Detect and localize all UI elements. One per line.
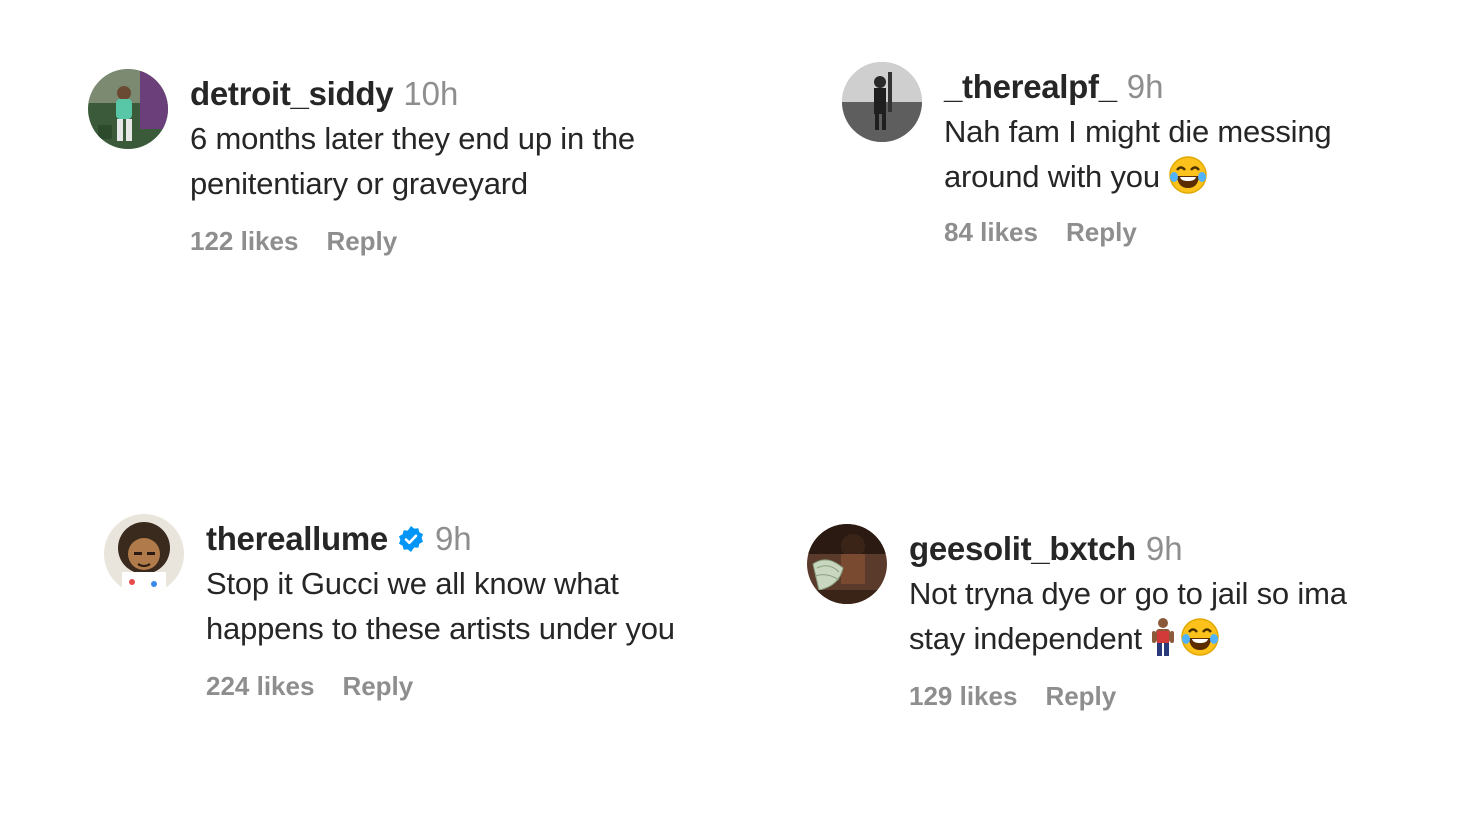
comment-header: thereallume 9h bbox=[206, 517, 766, 561]
person-standing-icon bbox=[1151, 618, 1174, 656]
username-link[interactable]: thereallume bbox=[206, 520, 388, 557]
comment-text-line: around with you bbox=[944, 159, 1160, 194]
comment-text-line-with-emoji: stay independent bbox=[909, 616, 1460, 661]
comment-text: Stop it Gucci we all know what happens t… bbox=[206, 561, 766, 651]
avatar[interactable] bbox=[807, 524, 887, 604]
avatar-image bbox=[88, 69, 168, 149]
likes-count[interactable]: 122 likes bbox=[190, 226, 298, 256]
comments-canvas: detroit_siddy 10h 6 months later they end… bbox=[0, 0, 1460, 821]
comment-meta: 84 likes Reply bbox=[944, 215, 1460, 249]
face-with-tears-of-joy-icon bbox=[1169, 156, 1207, 194]
avatar-image bbox=[104, 514, 184, 594]
reply-button[interactable]: Reply bbox=[342, 671, 413, 701]
comment-text-line: Stop it Gucci we all know what bbox=[206, 566, 619, 601]
timestamp[interactable]: 9h bbox=[435, 520, 472, 557]
comment-text: 6 months later they end up in the penite… bbox=[190, 116, 750, 206]
comment-header: detroit_siddy 10h bbox=[190, 72, 750, 116]
username-link[interactable]: detroit_siddy bbox=[190, 75, 394, 112]
avatar[interactable] bbox=[88, 69, 168, 149]
comment-body: _therealpf_ 9h Nah fam I might die messin… bbox=[944, 62, 1460, 249]
timestamp[interactable]: 9h bbox=[1127, 68, 1164, 105]
reply-button[interactable]: Reply bbox=[1066, 217, 1137, 247]
comment-meta: 129 likes Reply bbox=[909, 679, 1460, 713]
comment-text: Not tryna dye or go to jail so ima stay … bbox=[909, 571, 1460, 661]
comment-text-line-with-emoji: around with you bbox=[944, 154, 1460, 199]
likes-count[interactable]: 224 likes bbox=[206, 671, 314, 701]
comment-body: thereallume 9h Stop it Gucci we all know … bbox=[206, 514, 766, 703]
comment-meta: 122 likes Reply bbox=[190, 224, 750, 258]
avatar-image bbox=[842, 62, 922, 142]
reply-button[interactable]: Reply bbox=[326, 226, 397, 256]
comment-text-line: Nah fam I might die messing bbox=[944, 114, 1332, 149]
avatar-image bbox=[807, 524, 887, 604]
comment-header: _therealpf_ 9h bbox=[944, 65, 1460, 109]
likes-count[interactable]: 84 likes bbox=[944, 217, 1038, 247]
comment-header: geesolit_bxtch 9h bbox=[909, 527, 1460, 571]
comment-meta: 224 likes Reply bbox=[206, 669, 766, 703]
username-link[interactable]: geesolit_bxtch bbox=[909, 530, 1136, 567]
comment-text-line: penitentiary or graveyard bbox=[190, 166, 528, 201]
comment-text-line: Not tryna dye or go to jail so ima bbox=[909, 576, 1347, 611]
comment-text-line: happens to these artists under you bbox=[206, 611, 675, 646]
username-link[interactable]: _therealpf_ bbox=[944, 68, 1117, 105]
avatar[interactable] bbox=[842, 62, 922, 142]
likes-count[interactable]: 129 likes bbox=[909, 681, 1017, 711]
timestamp[interactable]: 9h bbox=[1146, 530, 1183, 567]
timestamp[interactable]: 10h bbox=[403, 75, 458, 112]
face-with-tears-of-joy-icon bbox=[1181, 618, 1219, 656]
comment-body: detroit_siddy 10h 6 months later they end… bbox=[190, 69, 750, 258]
reply-button[interactable]: Reply bbox=[1045, 681, 1116, 711]
verified-badge-icon bbox=[398, 526, 423, 552]
comment-text-line: stay independent bbox=[909, 621, 1142, 656]
comment-body: geesolit_bxtch 9h Not tryna dye or go to … bbox=[909, 524, 1460, 713]
comment-text-line: 6 months later they end up in the bbox=[190, 121, 635, 156]
avatar[interactable] bbox=[104, 514, 184, 594]
comment-text: Nah fam I might die messing around with … bbox=[944, 109, 1460, 199]
